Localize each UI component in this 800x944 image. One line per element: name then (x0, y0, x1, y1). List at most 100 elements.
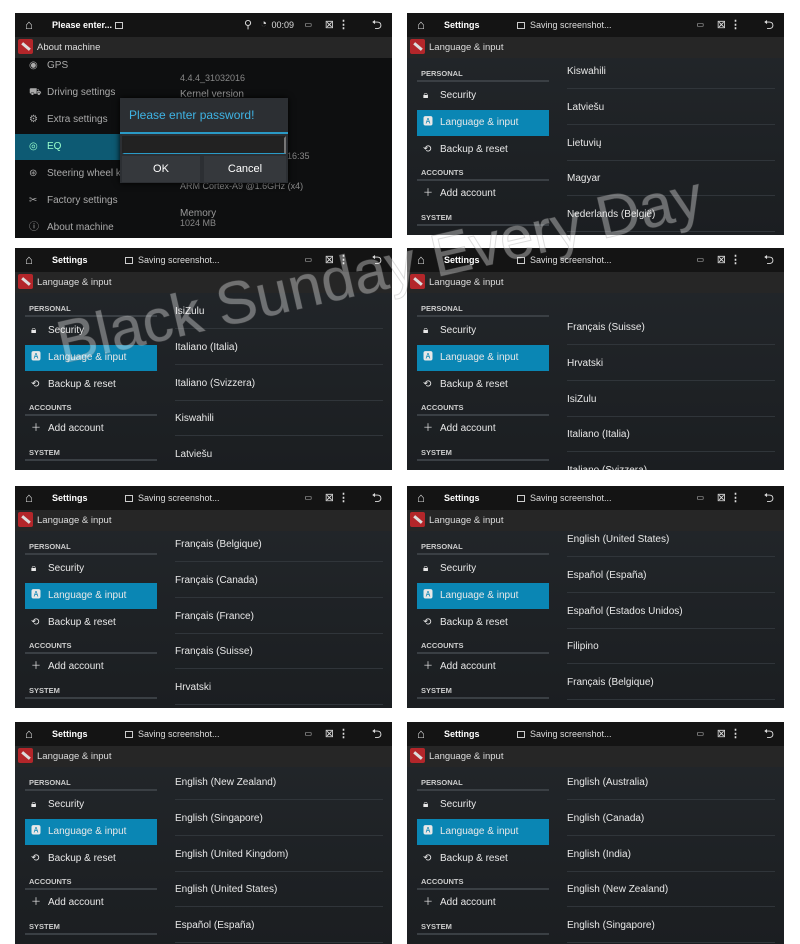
language-list[interactable]: Kiswahili Latviešu Lietuvių Magyar Nederland… (567, 13, 775, 235)
sidebar-item-label: Add account (440, 423, 496, 434)
menu-item[interactable]: ⓘ About machine (15, 215, 180, 238)
language-name: Español (Estados Unidos) (567, 605, 683, 617)
language-list-item[interactable]: English (India) (567, 836, 775, 872)
language-list-item[interactable]: English (Singapore) (175, 800, 383, 836)
lock-icon: 🔒︎ (31, 563, 37, 574)
sidebar-item-security[interactable]: 🔒︎ Security (417, 83, 549, 109)
sidebar-item-add_account[interactable]: ＋ Add account (417, 890, 549, 916)
language-list-item[interactable]: English (United Kingdom) (175, 836, 383, 872)
language-list-item[interactable]: English (United States) (567, 521, 775, 557)
sidebar-item-add_account[interactable]: ＋ Add account (25, 654, 157, 680)
ok-button[interactable]: OK (122, 156, 200, 182)
language-list-item[interactable]: Magyar (567, 160, 775, 197)
sidebar-item-language[interactable]: 🅰︎ Language & input (417, 819, 549, 845)
language-list-item[interactable]: Français (Suisse) (175, 633, 383, 670)
menu-item[interactable]: ◉ GPS (15, 53, 180, 79)
language-list-item[interactable]: IsiZulu (175, 293, 383, 329)
screenshot-icon[interactable]: ⊠ (325, 18, 334, 31)
language-list[interactable]: IsiZulu Italiano (Italia) Italiano (Svizze… (175, 248, 383, 470)
picture-icon (115, 22, 123, 29)
sidebar-item-backup[interactable]: ⟲ Backup & reset (417, 846, 549, 872)
tools-icon: ✂ (29, 195, 38, 206)
language-list[interactable]: English (Australia) English (Canada) Engli… (567, 722, 775, 944)
language-list-item[interactable]: Kiswahili (567, 53, 775, 89)
sidebar-item-language[interactable]: 🅰︎ Language & input (417, 345, 549, 371)
sidebar-item-add_account[interactable]: ＋ Add account (417, 416, 549, 442)
sidebar-item-add_account[interactable]: ＋ Add account (417, 654, 549, 680)
divider (25, 315, 157, 317)
language-list-item[interactable]: English (New Zealand) (567, 871, 775, 908)
back-icon[interactable]: ⮌ (372, 16, 382, 38)
language-list-item[interactable]: English (New Zealand) (175, 764, 383, 800)
menu-item-label: EQ (47, 141, 62, 152)
menu-item[interactable]: ✂ Factory settings (15, 188, 180, 214)
home-icon[interactable]: ⌂ (25, 17, 33, 32)
language-list-item[interactable]: Filipino (567, 628, 775, 665)
title-bar-text: About machine (37, 42, 101, 53)
language-name: English (New Zealand) (567, 884, 669, 896)
sidebar-item-backup[interactable]: ⟲ Backup & reset (417, 610, 549, 636)
sidebar-item-language[interactable]: 🅰︎ Language & input (25, 583, 157, 609)
sidebar-item-security[interactable]: 🔒︎ Security (25, 556, 157, 582)
language-name: English (United States) (567, 534, 670, 545)
language-list-item[interactable]: Nederlands (België) (567, 196, 775, 233)
language-list-item[interactable]: Español (España) (175, 907, 383, 944)
language-list[interactable]: English (New Zealand) English (Singapore)… (175, 722, 383, 944)
sidebar-item-security[interactable]: 🔒︎ Security (25, 318, 157, 344)
sidebar-item-backup[interactable]: ⟲ Backup & reset (25, 372, 157, 398)
language-list-item[interactable]: Kiswahili (175, 400, 383, 437)
language-list-item[interactable]: Latviešu (175, 436, 383, 470)
language-list-item[interactable]: Latviešu (567, 89, 775, 125)
sidebar-item-backup[interactable]: ⟲ Backup & reset (417, 137, 549, 163)
sidebar-item-backup[interactable]: ⟲ Backup & reset (25, 610, 157, 636)
sidebar-item-backup[interactable]: ⟲ Backup & reset (417, 372, 549, 398)
sidebar-item-security[interactable]: 🔒︎ Security (417, 318, 549, 344)
language-list-item[interactable]: IsiZulu (567, 381, 775, 417)
language-name: English (Singapore) (175, 812, 263, 824)
sidebar-item-security[interactable]: 🔒︎ Security (417, 556, 549, 582)
language-list-item[interactable]: Français (Canada) (175, 562, 383, 598)
language-name: Italiano (Svizzera) (175, 377, 256, 389)
plus-icon: ＋ (423, 423, 433, 434)
sidebar-item-language[interactable]: 🅰︎ Language & input (417, 110, 549, 136)
sidebar-item-add_account[interactable]: ＋ Add account (25, 890, 157, 916)
language-list-item[interactable]: Français (Suisse) (567, 309, 775, 345)
password-input[interactable] (122, 136, 286, 154)
sidebar-item-security[interactable]: 🔒︎ Security (417, 792, 549, 818)
sidebar-item-security[interactable]: 🔒︎ Security (25, 792, 157, 818)
language-name: Français (France) (175, 610, 254, 622)
sidebar-item-language[interactable]: 🅰︎ Language & input (25, 819, 157, 845)
language-list[interactable]: Français (Belgique) Français (Canada) Fran… (175, 486, 383, 708)
language-list-item[interactable]: Español (España) (567, 557, 775, 593)
language-list-item[interactable]: Italiano (Svizzera) (175, 365, 383, 401)
sidebar-item-add_account[interactable]: ＋ Add account (417, 181, 549, 207)
sidebar-item-language[interactable]: 🅰︎ Language & input (25, 345, 157, 371)
language-list-item[interactable]: English (Canada) (567, 800, 775, 836)
info-icon: ⓘ (29, 222, 39, 233)
language-name: English (Singapore) (567, 920, 655, 932)
language-list-item[interactable]: English (Australia) (567, 764, 775, 800)
backup-icon: ⟲ (423, 144, 432, 155)
overflow-menu-icon[interactable]: ⋮ (338, 18, 349, 31)
language-list-item[interactable]: Italiano (Italia) (567, 416, 775, 453)
language-list[interactable]: Français (Suisse) Hrvatski IsiZulu Italiano… (567, 248, 775, 470)
cancel-button[interactable]: Cancel (204, 156, 286, 182)
language-list-item[interactable]: Italiano (Svizzera) (567, 452, 775, 470)
language-list-item[interactable]: English (United States) (175, 871, 383, 908)
sidebar-item-backup[interactable]: ⟲ Backup & reset (25, 846, 157, 872)
clock: 00:09 (271, 20, 294, 30)
language-list-item[interactable]: Lietuvių (567, 125, 775, 161)
battery-icon: ▭ (304, 20, 312, 29)
language-list-item[interactable]: Français (Belgique) (175, 526, 383, 562)
divider (417, 933, 549, 935)
language-list-item[interactable]: Español (Estados Unidos) (567, 593, 775, 629)
sidebar-item-language[interactable]: 🅰︎ Language & input (417, 583, 549, 609)
language-list-item[interactable]: English (Singapore) (567, 907, 775, 944)
language-list-item[interactable]: Hrvatski (567, 345, 775, 381)
language-list-item[interactable]: Italiano (Italia) (175, 329, 383, 365)
language-list[interactable]: English (United States) Español (España) E… (567, 486, 775, 708)
sidebar-item-add_account[interactable]: ＋ Add account (25, 416, 157, 442)
language-list-item[interactable]: Français (France) (175, 598, 383, 634)
language-list-item[interactable]: Français (Belgique) (567, 664, 775, 701)
language-list-item[interactable]: Hrvatski (175, 669, 383, 706)
